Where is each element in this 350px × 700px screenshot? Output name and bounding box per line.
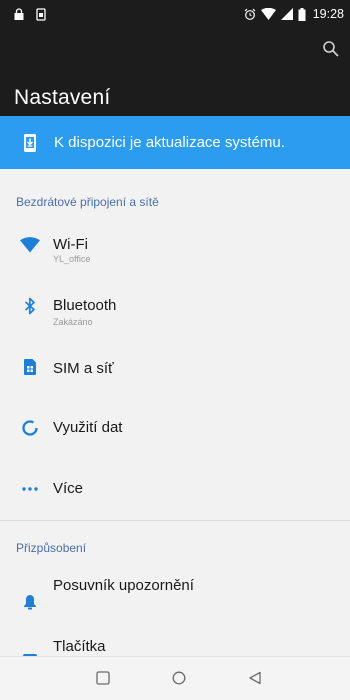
wifi-subtitle: YL_office [53,254,91,264]
lock-icon [14,8,24,20]
settings-item-wifi[interactable]: Wi-Fi YL_office [0,216,350,274]
home-icon [172,671,186,685]
alarm-icon [244,8,256,20]
settings-item-more[interactable]: Více [0,460,350,518]
battery-icon [298,7,306,21]
notification-slider-icon [20,592,40,612]
notification-slider-label: Posuvník upozornění [53,577,194,594]
app-bar: Nastavení [0,30,350,116]
section-header-wireless: Bezdrátové připojení a sítě [16,195,159,209]
wifi-icon [20,235,40,255]
settings-item-data-usage[interactable]: Využití dat [0,399,350,457]
bluetooth-subtitle: Zakázáno [53,317,93,327]
recents-icon [96,671,110,685]
back-icon [249,671,261,685]
back-button[interactable] [244,667,266,689]
status-time: 19:28 [312,7,344,21]
status-bar: 19:28 [0,0,350,30]
update-banner-text: K dispozici je aktualizace systému. [54,134,285,151]
signal-icon [280,8,293,20]
bluetooth-icon [20,296,40,316]
page-title: Nastavení [14,86,111,109]
sim-label: SIM a síť [53,360,114,377]
sim-card-icon [20,357,40,377]
system-update-banner[interactable]: K dispozici je aktualizace systému. [0,116,350,169]
sim-card-icon [36,8,46,21]
wifi-label: Wi-Fi [53,236,88,253]
home-button[interactable] [168,667,190,689]
wifi-icon [260,8,276,20]
buttons-label: Tlačítka [53,638,106,655]
section-header-personalization: Přizpůsobení [16,541,87,555]
settings-item-sim[interactable]: SIM a síť [0,338,350,396]
recents-button[interactable] [92,667,114,689]
settings-item-notification-slider[interactable]: Posuvník upozornění [0,566,350,624]
settings-item-bluetooth[interactable]: Bluetooth Zakázáno [0,277,350,335]
system-update-icon [24,133,36,152]
bluetooth-label: Bluetooth [53,297,117,314]
data-usage-icon [20,418,40,438]
search-icon[interactable] [322,40,340,58]
more-label: Více [53,480,84,497]
data-usage-label: Využití dat [53,419,123,436]
section-divider [0,520,350,521]
more-icon [20,479,40,499]
navigation-bar [0,656,350,700]
